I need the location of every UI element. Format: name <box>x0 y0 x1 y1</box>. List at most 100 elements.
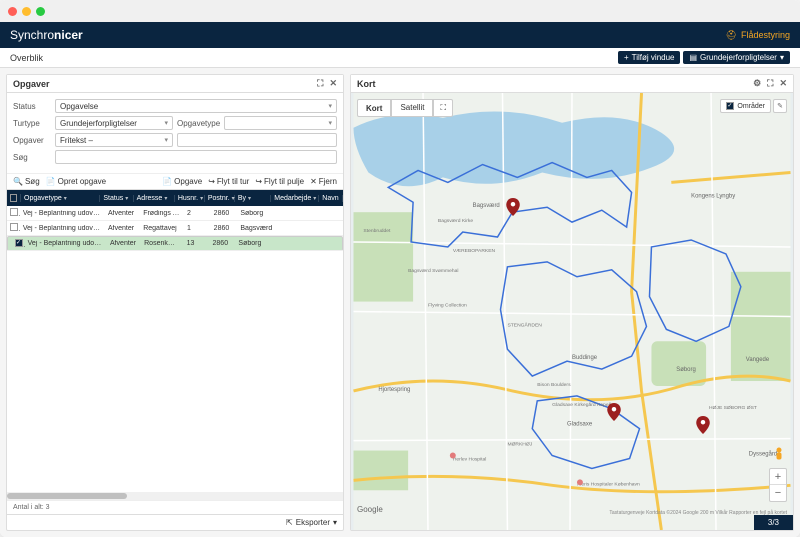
opgavetype-select[interactable]: ▾ <box>224 116 337 130</box>
col-medarbejde[interactable]: Medarbejde▾ <box>271 195 319 202</box>
arrow-right-icon: ↪ <box>208 177 215 186</box>
opgaver-label: Opgaver <box>13 136 51 145</box>
export-icon: ⇱ <box>286 518 293 527</box>
select-all-checkbox[interactable] <box>10 194 17 202</box>
table-header: Opgavetype▾ Status▾ Adresse▾ Husnr.▾ Pos… <box>7 190 343 206</box>
zoom-out-button[interactable]: − <box>770 485 786 501</box>
gear-icon[interactable]: ⚙ <box>753 78 761 89</box>
table-row[interactable]: Vej - Beplantning udover skelAfventerFrø… <box>7 206 343 221</box>
svg-text:Flyving Collection: Flyving Collection <box>428 303 467 309</box>
row-checkbox[interactable] <box>10 208 18 216</box>
svg-text:VÆREBOPARKEN: VÆREBOPARKEN <box>453 248 496 254</box>
row-checkbox[interactable] <box>10 223 18 231</box>
move-to-tour-button[interactable]: ↪Flyt til tur <box>208 177 249 186</box>
google-logo: Google <box>357 505 383 514</box>
cell-husnr: 2 <box>184 210 211 217</box>
cell-adresse: Regattavej <box>140 225 184 232</box>
table-row[interactable]: Vej - Beplantning udover skelAfventerReg… <box>7 221 343 236</box>
totals-label: Antal i alt: 3 <box>7 500 343 514</box>
status-label: Status <box>13 102 51 111</box>
map-svg: Bagsværd Bagsværd Kirke VÆREBOPARKEN Bag… <box>351 93 793 530</box>
svg-text:MØRKHØJ: MØRKHØJ <box>507 442 532 448</box>
map-pager[interactable]: 3/3 <box>754 515 793 530</box>
cell-husnr: 1 <box>184 225 211 232</box>
chevron-down-icon: ▾ <box>780 53 784 62</box>
col-navn[interactable]: Navn <box>319 195 343 202</box>
search-icon: 🔍 <box>13 177 23 186</box>
sog-label: Søg <box>13 153 51 162</box>
minimize-window-icon[interactable] <box>22 7 31 16</box>
fleet-link[interactable]: ⛑ Flådestyring <box>726 30 790 41</box>
expand-icon[interactable]: ⛶ <box>317 78 323 89</box>
turtype-select[interactable]: Grundejerforpligtelser▾ <box>55 116 173 130</box>
table-row[interactable]: Vej - Beplantning udover skelAfventerRos… <box>7 236 343 251</box>
search-input[interactable] <box>55 150 337 164</box>
cell-opgavetype: Vej - Beplantning udover skel <box>20 225 105 232</box>
cell-postnr: 2860 <box>211 210 238 217</box>
map-title: Kort <box>357 79 376 89</box>
svg-text:Bagsværd Kirke: Bagsværd Kirke <box>438 218 473 224</box>
col-status[interactable]: Status▾ <box>100 195 133 202</box>
expand-icon[interactable]: ⛶ <box>767 78 773 89</box>
status-select[interactable]: Opgavelse▾ <box>55 99 337 113</box>
svg-text:Aleris Hospitaler København: Aleris Hospitaler København <box>577 481 640 487</box>
zoom-in-button[interactable]: + <box>770 469 786 485</box>
col-husnr[interactable]: Husnr.▾ <box>175 195 205 202</box>
cell-by: Bagsværd <box>237 225 276 232</box>
maptype-map-button[interactable]: Kort <box>357 99 391 117</box>
plus-icon: + <box>624 53 629 62</box>
col-by[interactable]: By▾ <box>235 195 271 202</box>
row-checkbox[interactable] <box>15 239 23 247</box>
close-icon[interactable]: ✕ <box>779 78 787 89</box>
map-panel: Kort ⚙ ⛶ ✕ Kort Satellit ⛶ Områder ✎ <box>350 74 794 531</box>
opgaver-select[interactable]: Fritekst –▾ <box>55 133 173 147</box>
cell-by: Søborg <box>235 240 273 247</box>
cell-opgavetype: Vej - Beplantning udover skel <box>20 210 105 217</box>
cell-status: Afventer <box>105 210 140 217</box>
chevron-down-icon: ▾ <box>333 518 337 527</box>
navbar: Synchronicer ⛑ Flådestyring <box>0 22 800 48</box>
edit-icon[interactable]: ✎ <box>773 99 787 113</box>
chevron-down-icon: ▾ <box>328 119 332 127</box>
cell-postnr: 2860 <box>210 240 236 247</box>
close-icon[interactable]: ✕ <box>329 78 337 89</box>
export-button[interactable]: ⇱Eksporter▾ <box>286 518 337 527</box>
window-titlebar <box>0 0 800 22</box>
search-button[interactable]: 🔍Søg <box>13 177 40 186</box>
create-task-button[interactable]: 📄Opret opgave <box>46 177 106 186</box>
col-postnr[interactable]: Postnr.▾ <box>205 195 235 202</box>
filters: Status Opgavelse▾ Turtype Grundejerforpl… <box>7 93 343 174</box>
fullscreen-button[interactable]: ⛶ <box>433 99 453 117</box>
svg-text:Hjortespring: Hjortespring <box>378 387 410 393</box>
horizontal-scrollbar[interactable] <box>7 492 343 500</box>
breadcrumb-bar: Overblik +Tilføj vindue ▤Grundejerforpli… <box>0 48 800 68</box>
map-marker[interactable] <box>696 416 710 434</box>
layer-select-button[interactable]: ▤Grundejerforpligtelser▾ <box>683 51 790 64</box>
map-marker[interactable] <box>607 403 621 421</box>
add-window-button[interactable]: +Tilføj vindue <box>618 51 681 64</box>
map-canvas[interactable]: Kort Satellit ⛶ Områder ✎ Bag <box>351 93 793 530</box>
svg-text:Buddinge: Buddinge <box>572 355 598 361</box>
turtype-label: Turtype <box>13 119 51 128</box>
cell-status: Afventer <box>107 240 141 247</box>
close-window-icon[interactable] <box>8 7 17 16</box>
zoom-controls: + − <box>769 468 787 502</box>
opgavetype-label: Opgavetype <box>177 119 220 128</box>
pegman-icon[interactable] <box>771 446 787 462</box>
col-opgavetype[interactable]: Opgavetype▾ <box>21 195 100 202</box>
col-adresse[interactable]: Adresse▾ <box>134 195 175 202</box>
doc-icon: 📄 <box>162 177 172 186</box>
remove-button[interactable]: ✕Fjern <box>310 177 337 186</box>
svg-text:Bagsværd Svømmehal: Bagsværd Svømmehal <box>408 268 458 274</box>
map-marker[interactable] <box>506 198 520 216</box>
tasks-title: Opgaver <box>13 79 50 89</box>
tasks-table: Opgavetype▾ Status▾ Adresse▾ Husnr.▾ Pos… <box>7 190 343 492</box>
task-button[interactable]: 📄Opgave <box>162 177 202 186</box>
layers-icon: ▤ <box>689 53 697 62</box>
maptype-satellite-button[interactable]: Satellit <box>391 99 433 117</box>
areas-layer-toggle[interactable]: Områder <box>720 99 771 113</box>
maximize-window-icon[interactable] <box>36 7 45 16</box>
cell-adresse: Rosenkæret <box>141 240 183 247</box>
opgaver-text-input[interactable] <box>177 133 337 147</box>
move-to-pool-button[interactable]: ↪Flyt til pulje <box>255 177 304 186</box>
